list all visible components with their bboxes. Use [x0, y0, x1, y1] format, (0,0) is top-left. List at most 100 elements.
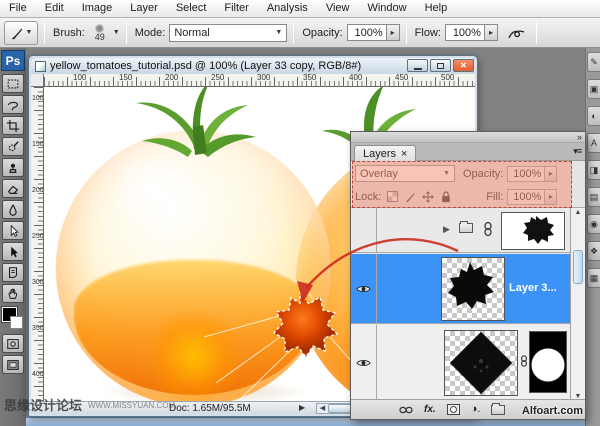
- scrollbar-thumb[interactable]: [573, 250, 583, 284]
- hand-tool[interactable]: [2, 284, 24, 303]
- clone-stamp-tool[interactable]: [2, 158, 24, 177]
- dock-panel-icon[interactable]: ◉: [587, 214, 600, 234]
- layer-opacity-slider-button[interactable]: ▸: [545, 166, 557, 182]
- dock-panel-icon[interactable]: ▣: [587, 79, 600, 99]
- lock-label: Lock:: [355, 191, 381, 203]
- maximize-button[interactable]: [430, 59, 451, 72]
- horizontal-ruler: 100150200250300350400450500: [44, 74, 475, 87]
- lock-all-icon[interactable]: [440, 190, 452, 203]
- group-thumbnail[interactable]: [501, 212, 565, 250]
- layer-style-icon[interactable]: fx.: [424, 404, 436, 415]
- add-mask-icon[interactable]: [447, 404, 460, 415]
- chevron-down-icon: ▼: [443, 170, 450, 177]
- lock-pixels-icon[interactable]: [404, 191, 416, 203]
- flow-input[interactable]: 100%: [445, 24, 485, 41]
- lock-position-icon[interactable]: [422, 191, 434, 203]
- menu-item-file[interactable]: File: [0, 0, 36, 17]
- dock-panel-icon[interactable]: ▤: [587, 187, 600, 207]
- layer-thumbnail[interactable]: [444, 330, 518, 396]
- group-expand-icon[interactable]: ▶: [443, 224, 450, 235]
- layer-row-group[interactable]: ▶: [351, 208, 571, 253]
- close-button[interactable]: ✕: [453, 59, 474, 72]
- layers-list: ▶ Layer 3...: [351, 208, 585, 401]
- layer-fill-slider-button[interactable]: ▸: [545, 189, 557, 205]
- layer-row-masked[interactable]: [351, 325, 571, 401]
- background-color-swatch[interactable]: [10, 316, 23, 329]
- quick-selection-tool[interactable]: [2, 137, 24, 156]
- path-selection-tool[interactable]: [2, 242, 24, 261]
- lasso-tool[interactable]: [2, 95, 24, 114]
- divider: [536, 22, 537, 44]
- menu-item-select[interactable]: Select: [167, 0, 216, 17]
- menu-item-window[interactable]: Window: [358, 0, 415, 17]
- layer-fill-input[interactable]: 100%: [507, 189, 545, 205]
- opacity-input[interactable]: 100%: [347, 24, 387, 41]
- notes-tool[interactable]: [2, 263, 24, 282]
- tab-layers[interactable]: Layers ×: [354, 145, 416, 161]
- opacity-label: Opacity:: [302, 27, 342, 39]
- new-group-icon[interactable]: [491, 405, 505, 415]
- opacity-value: 100%: [355, 27, 383, 39]
- vertical-ruler: 100150200250300350400: [31, 87, 44, 401]
- eye-icon[interactable]: [356, 284, 371, 294]
- menu-item-edit[interactable]: Edit: [36, 0, 73, 17]
- layer-blend-mode-select[interactable]: Overlay ▼: [355, 165, 455, 182]
- brush-size-preview[interactable]: 49: [89, 24, 111, 42]
- collapse-to-icons-button[interactable]: »: [577, 132, 582, 143]
- document-size-status: Doc: 1.65M/95.5M: [169, 403, 251, 414]
- panel-dock: ✎ ▣ ◐ A ◨ ▤ ◉ ❖ ▦: [585, 48, 600, 426]
- blur-tool[interactable]: [2, 200, 24, 219]
- opacity-slider-button[interactable]: ▸: [387, 24, 400, 41]
- menu-item-view[interactable]: View: [317, 0, 359, 17]
- visibility-toggle[interactable]: [351, 208, 377, 252]
- eraser-tool[interactable]: [2, 179, 24, 198]
- panel-drag-bar[interactable]: »: [351, 132, 585, 143]
- minimize-button[interactable]: [407, 59, 428, 72]
- menu-item-help[interactable]: Help: [416, 0, 457, 17]
- layer-thumbnail[interactable]: [441, 257, 505, 321]
- dock-panel-icon[interactable]: ✎: [587, 52, 600, 72]
- menu-bar: FileEditImageLayerSelectFilterAnalysisVi…: [0, 0, 600, 18]
- layer-row-selected[interactable]: Layer 3...: [351, 254, 571, 324]
- brush-tool-preset-button[interactable]: ▼: [4, 21, 38, 45]
- rectangular-marquee-tool[interactable]: [2, 74, 24, 93]
- dock-panel-icon[interactable]: ◨: [587, 160, 600, 180]
- menu-item-filter[interactable]: Filter: [215, 0, 257, 17]
- mask-link-icon[interactable]: [520, 355, 528, 367]
- menu-item-image[interactable]: Image: [73, 0, 122, 17]
- airbrush-toggle-button[interactable]: [504, 22, 530, 44]
- tab-close-icon[interactable]: ×: [401, 148, 407, 160]
- chevron-down-icon[interactable]: ▼: [113, 29, 120, 36]
- ruler-h-label: 350: [303, 74, 316, 82]
- dock-panel-icon[interactable]: ▦: [587, 268, 600, 288]
- layer-mask-thumbnail[interactable]: [529, 331, 567, 393]
- ruler-v-label: 300: [32, 279, 44, 286]
- ruler-h-label: 150: [119, 74, 132, 82]
- lock-transparency-icon[interactable]: [387, 191, 398, 202]
- dock-panel-icon[interactable]: A: [587, 133, 600, 153]
- screen-mode-button[interactable]: [2, 355, 24, 374]
- panel-menu-icon[interactable]: ▾≡: [573, 146, 581, 157]
- ruler-h-label: 500: [441, 74, 454, 82]
- status-popup-arrow[interactable]: ▶: [299, 403, 305, 412]
- menu-item-analysis[interactable]: Analysis: [258, 0, 317, 17]
- menu-item-layer[interactable]: Layer: [121, 0, 167, 17]
- flow-slider-button[interactable]: ▸: [485, 24, 498, 41]
- dock-panel-icon[interactable]: ◐: [587, 106, 600, 126]
- scroll-left-icon[interactable]: ◀: [317, 404, 328, 413]
- adjustment-layer-icon[interactable]: ◑.: [471, 404, 481, 415]
- eye-icon[interactable]: [356, 358, 371, 368]
- crop-tool[interactable]: [2, 116, 24, 135]
- maximize-icon: [437, 63, 444, 69]
- color-swatches: [1, 307, 25, 333]
- dock-panel-icon[interactable]: ❖: [587, 241, 600, 261]
- divider: [126, 22, 127, 44]
- ruler-h-label: 450: [395, 74, 408, 82]
- layer-opacity-input[interactable]: 100%: [507, 166, 545, 182]
- quick-mask-button[interactable]: [2, 334, 24, 353]
- layers-scrollbar[interactable]: ▲ ▼: [570, 208, 585, 401]
- direct-selection-tool[interactable]: [2, 221, 24, 240]
- scroll-up-icon[interactable]: ▲: [571, 209, 585, 216]
- link-layers-icon[interactable]: [399, 406, 413, 414]
- blend-mode-select[interactable]: Normal ▼: [169, 24, 287, 42]
